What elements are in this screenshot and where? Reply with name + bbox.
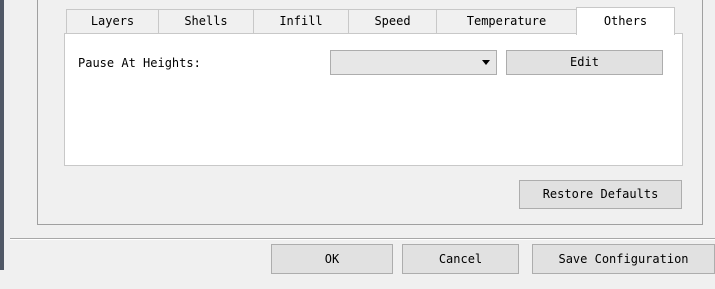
pause-heights-dropdown[interactable] bbox=[330, 50, 497, 75]
pause-at-heights-label: Pause At Heights: bbox=[78, 56, 201, 70]
settings-dialog: Layers Shells Infill Speed Temperature O… bbox=[0, 0, 715, 289]
tab-temperature[interactable]: Temperature bbox=[436, 9, 577, 33]
tab-layers[interactable]: Layers bbox=[66, 9, 159, 33]
restore-defaults-button[interactable]: Restore Defaults bbox=[519, 180, 682, 209]
window-edge bbox=[0, 0, 4, 270]
tab-infill[interactable]: Infill bbox=[253, 9, 349, 33]
save-configuration-button[interactable]: Save Configuration bbox=[532, 244, 715, 274]
tab-shells[interactable]: Shells bbox=[158, 9, 254, 33]
ok-button[interactable]: OK bbox=[271, 244, 393, 274]
cancel-button[interactable]: Cancel bbox=[402, 244, 519, 274]
bottom-divider bbox=[10, 238, 715, 240]
tab-others[interactable]: Others bbox=[576, 7, 675, 35]
tab-speed[interactable]: Speed bbox=[348, 9, 437, 33]
edit-button[interactable]: Edit bbox=[506, 50, 663, 75]
dropdown-arrow-icon bbox=[482, 60, 490, 65]
